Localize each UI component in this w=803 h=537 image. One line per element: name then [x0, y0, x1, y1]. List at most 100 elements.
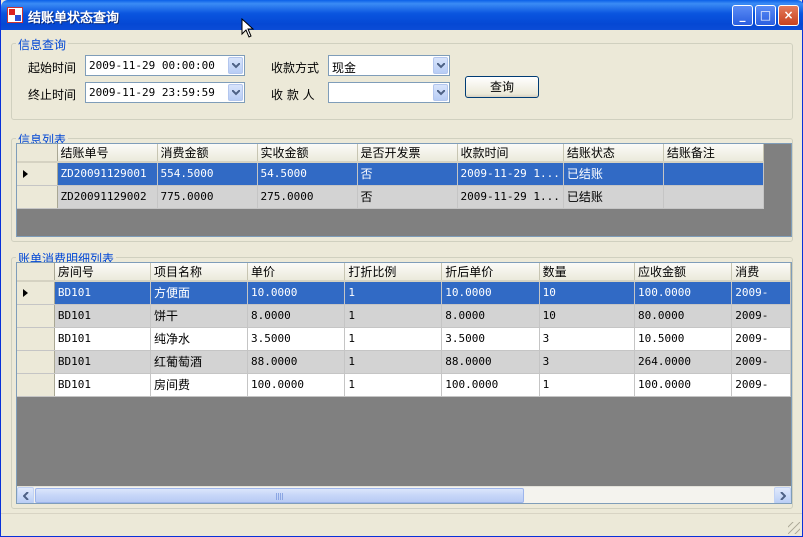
app-icon[interactable]	[7, 7, 23, 23]
table-cell[interactable]: 已结账	[563, 162, 664, 186]
table-cell[interactable]: 2009-11-29 1...	[457, 185, 564, 209]
table-cell[interactable]: 100.0000	[247, 373, 346, 397]
column-header[interactable]: 应收金额	[634, 263, 733, 282]
column-header[interactable]: 打折比例	[344, 263, 443, 282]
table-cell[interactable]: 80.0000	[634, 304, 733, 328]
row-selector[interactable]	[17, 304, 55, 328]
table-cell[interactable]: 10	[539, 281, 635, 305]
column-header[interactable]: 结账备注	[663, 144, 764, 163]
table-cell[interactable]: 1	[344, 281, 443, 305]
payment-method-dropdown-button[interactable]	[433, 57, 448, 74]
column-header[interactable]: 消费	[731, 263, 791, 282]
row-selector[interactable]	[17, 350, 55, 374]
table-cell[interactable]: 1	[344, 350, 443, 374]
table-cell[interactable]: 1	[344, 304, 443, 328]
table-cell[interactable]: 纯净水	[150, 327, 248, 351]
table-cell[interactable]: 1	[344, 373, 443, 397]
table-cell[interactable]: 2009-	[731, 281, 791, 305]
table-cell[interactable]: 88.0000	[441, 350, 540, 374]
table-cell[interactable]: 10.0000	[441, 281, 540, 305]
table-cell[interactable]	[663, 185, 764, 209]
table-cell[interactable]: 饼干	[150, 304, 248, 328]
table-cell[interactable]: 已结账	[563, 185, 664, 209]
table-row[interactable]: BD101 纯净水 3.5000 1 3.5000 3 10.5000 2009…	[17, 327, 791, 351]
table-cell[interactable]: 10.5000	[634, 327, 733, 351]
column-header[interactable]: 单价	[247, 263, 346, 282]
table-cell[interactable]: 3	[539, 327, 635, 351]
table-cell[interactable]: 3.5000	[247, 327, 346, 351]
resize-grip-icon[interactable]	[788, 522, 800, 534]
table-cell[interactable]: 方便面	[150, 281, 248, 305]
table-cell[interactable]: 2009-11-29 1...	[457, 162, 564, 186]
table-cell[interactable]: 2009-	[731, 304, 791, 328]
table-cell[interactable]: 红葡萄酒	[150, 350, 248, 374]
table-cell[interactable]: BD101	[54, 350, 152, 374]
column-header[interactable]: 收款时间	[457, 144, 564, 163]
maximize-button[interactable]: □	[755, 5, 776, 26]
column-header[interactable]: 消费金额	[157, 144, 258, 163]
close-button[interactable]: ×	[778, 5, 799, 26]
table-cell[interactable]: 10	[539, 304, 635, 328]
detail-horizontal-scrollbar[interactable]	[17, 486, 791, 503]
table-cell[interactable]: 100.0000	[441, 373, 540, 397]
column-header[interactable]: 实收金额	[257, 144, 358, 163]
row-selector[interactable]	[17, 162, 58, 186]
row-selector[interactable]	[17, 185, 58, 209]
payment-method-select[interactable]: 现金	[328, 55, 450, 76]
column-header[interactable]: 折后单价	[441, 263, 540, 282]
table-cell[interactable]: BD101	[54, 304, 152, 328]
table-cell[interactable]: ZD20091129001	[57, 162, 158, 186]
column-header[interactable]: 房间号	[54, 263, 152, 282]
table-cell[interactable]	[663, 162, 764, 186]
payee-dropdown-button[interactable]	[433, 84, 448, 101]
table-cell[interactable]: 房间费	[150, 373, 248, 397]
table-cell[interactable]: 554.5000	[157, 162, 258, 186]
table-cell[interactable]: BD101	[54, 373, 152, 397]
table-cell[interactable]: 1	[539, 373, 635, 397]
row-selector[interactable]	[17, 327, 55, 351]
table-cell[interactable]: 775.0000	[157, 185, 258, 209]
search-button[interactable]: 查询	[465, 76, 539, 98]
table-cell[interactable]: 1	[344, 327, 443, 351]
table-cell[interactable]: BD101	[54, 281, 152, 305]
table-cell[interactable]: 54.5000	[257, 162, 358, 186]
column-header[interactable]: 结账状态	[563, 144, 664, 163]
table-row[interactable]: BD101 饼干 8.0000 1 8.0000 10 80.0000 2009…	[17, 304, 791, 328]
table-cell[interactable]: 2009-	[731, 373, 791, 397]
table-row[interactable]: BD101 方便面 10.0000 1 10.0000 10 100.0000 …	[17, 281, 791, 305]
table-cell[interactable]: 88.0000	[247, 350, 346, 374]
scroll-thumb[interactable]	[35, 488, 524, 503]
table-cell[interactable]: 10.0000	[247, 281, 346, 305]
row-selector[interactable]	[17, 373, 55, 397]
table-cell[interactable]: 100.0000	[634, 373, 733, 397]
row-selector[interactable]	[17, 281, 55, 305]
info-grid[interactable]: 结账单号 消费金额 实收金额 是否开发票 收款时间 结账状态 结账备注 ZD20…	[16, 143, 792, 237]
table-cell[interactable]: 否	[357, 162, 458, 186]
table-row[interactable]: BD101 房间费 100.0000 1 100.0000 1 100.0000…	[17, 373, 791, 397]
end-time-picker[interactable]: 2009-11-29 23:59:59	[85, 82, 245, 103]
table-cell[interactable]: 264.0000	[634, 350, 733, 374]
table-cell[interactable]: ZD20091129002	[57, 185, 158, 209]
table-row[interactable]: ZD20091129001 554.5000 54.5000 否 2009-11…	[17, 162, 764, 186]
scroll-right-button[interactable]	[774, 487, 791, 503]
table-cell[interactable]: 2009-	[731, 327, 791, 351]
column-header[interactable]: 是否开发票	[357, 144, 458, 163]
table-cell[interactable]: BD101	[54, 327, 152, 351]
table-cell[interactable]: 3	[539, 350, 635, 374]
table-cell[interactable]: 275.0000	[257, 185, 358, 209]
scroll-left-button[interactable]	[17, 487, 34, 503]
table-row[interactable]: BD101 红葡萄酒 88.0000 1 88.0000 3 264.0000 …	[17, 350, 791, 374]
table-row[interactable]: ZD20091129002 775.0000 275.0000 否 2009-1…	[17, 185, 764, 209]
end-time-dropdown-button[interactable]	[228, 84, 243, 101]
start-time-dropdown-button[interactable]	[228, 57, 243, 74]
minimize-button[interactable]: _	[732, 5, 753, 26]
column-header[interactable]: 项目名称	[150, 263, 248, 282]
payee-select[interactable]	[328, 82, 450, 103]
table-cell[interactable]: 否	[357, 185, 458, 209]
table-cell[interactable]: 2009-	[731, 350, 791, 374]
title-bar[interactable]: 结账单状态查询 _ □ ×	[1, 0, 803, 30]
table-cell[interactable]: 100.0000	[634, 281, 733, 305]
table-cell[interactable]: 8.0000	[247, 304, 346, 328]
detail-grid[interactable]: 房间号 项目名称 单价 打折比例 折后单价 数量 应收金额 消费 BD101 方…	[16, 262, 792, 504]
start-time-picker[interactable]: 2009-11-29 00:00:00	[85, 55, 245, 76]
